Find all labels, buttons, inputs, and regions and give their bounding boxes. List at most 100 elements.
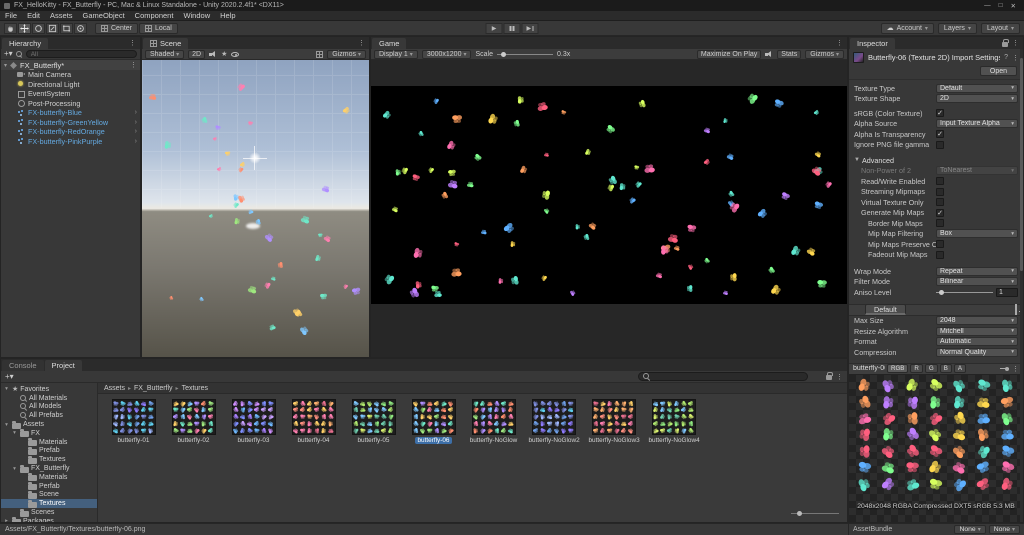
mute-audio-icon[interactable]: [765, 50, 773, 58]
generate-mip-maps-checkbox[interactable]: ✓: [936, 208, 944, 217]
tree-arrow-icon[interactable]: ▸: [3, 518, 10, 522]
tree-arrow-icon[interactable]: ▾: [3, 386, 10, 392]
fadeout-mip-maps-checkbox[interactable]: [936, 250, 944, 259]
effects-toggle-icon[interactable]: ★: [221, 51, 227, 58]
open-button[interactable]: Open: [979, 66, 1017, 76]
rotate-tool-button[interactable]: [32, 22, 45, 34]
wrap-mode-dropdown[interactable]: Repeat ▾: [936, 266, 1018, 276]
tree-arrow-icon[interactable]: ▾: [11, 466, 18, 472]
layout-dropdown[interactable]: Layout ▾: [980, 22, 1020, 34]
texture-type-dropdown[interactable]: Default ▾: [936, 83, 1018, 93]
tree-item-scene[interactable]: Scene: [1, 490, 97, 500]
menu-item-edit[interactable]: Edit: [22, 11, 45, 20]
asset-item-butterfly-03[interactable]: butterfly-03: [226, 399, 281, 444]
close-button[interactable]: ✕: [1011, 2, 1016, 10]
asset-item-butterfly-06[interactable]: butterfly-06: [406, 399, 461, 444]
assetbundle-dropdown[interactable]: None ▾: [954, 525, 986, 534]
asset-item-butterfly-noglow2[interactable]: butterfly-NoGlow2: [526, 399, 581, 444]
read-write-enabled-checkbox[interactable]: [936, 177, 944, 186]
project-search-input[interactable]: [653, 373, 803, 380]
inspector-scrollbar[interactable]: [1020, 49, 1023, 522]
streaming-mipmaps-checkbox[interactable]: [936, 187, 944, 196]
maximize-on-play-button[interactable]: Maximize On Play: [696, 49, 762, 59]
scene-menu-icon[interactable]: ⋮: [130, 61, 137, 69]
scale-tool-button[interactable]: [46, 22, 59, 34]
channel-button-r[interactable]: R: [910, 364, 923, 373]
tree-item-textures[interactable]: Textures: [1, 499, 97, 509]
hierarchy-item-fx-butterfly-redorange[interactable]: FX-butterfly-RedOrange ›: [1, 127, 140, 137]
thumbnail-size-slider[interactable]: [791, 509, 839, 517]
hierarchy-item-eventsystem[interactable]: EventSystem: [1, 89, 140, 99]
tree-item-all-materials[interactable]: All Materials: [1, 394, 97, 403]
platform-tab-default[interactable]: Default: [865, 304, 906, 315]
asset-item-butterfly-noglow3[interactable]: butterfly-NoGlow3: [586, 399, 641, 444]
gizmos-dropdown[interactable]: Gizmos ▾: [327, 49, 366, 59]
create-asset-button[interactable]: +▾: [5, 372, 14, 381]
create-object-button[interactable]: +▾: [4, 50, 13, 58]
prefab-expand-chevron-icon[interactable]: ›: [135, 109, 137, 116]
tree-item-scenes[interactable]: Scenes: [1, 508, 97, 517]
tab-project[interactable]: Project: [44, 360, 82, 371]
mip-map-filtering-dropdown[interactable]: Box ▾: [936, 229, 1018, 239]
panel-menu-icon[interactable]: ⋮: [129, 39, 136, 47]
hierarchy-search-input[interactable]: [25, 50, 137, 58]
asset-item-butterfly-01[interactable]: butterfly-01: [106, 399, 161, 444]
prefab-expand-chevron-icon[interactable]: ›: [135, 128, 137, 135]
asset-item-butterfly-noglow[interactable]: butterfly-NoGlow: [466, 399, 521, 444]
lock-icon[interactable]: [826, 372, 833, 380]
prefab-expand-chevron-icon[interactable]: ›: [135, 138, 137, 145]
display-dropdown[interactable]: Display 1 ▾: [374, 49, 418, 59]
prefab-expand-chevron-icon[interactable]: ›: [135, 119, 137, 126]
alpha-is-transparency-checkbox[interactable]: ✓: [936, 130, 944, 139]
help-icon[interactable]: ?: [1004, 54, 1008, 61]
tree-item-packages[interactable]: ▸ Packages: [1, 517, 97, 522]
platform-monitor-icon[interactable]: [1015, 304, 1017, 315]
breadcrumb-assets[interactable]: Assets: [104, 385, 125, 392]
lock-icon[interactable]: [1002, 38, 1009, 47]
resolution-dropdown[interactable]: 3000x1200 ▾: [421, 49, 472, 59]
format-dropdown[interactable]: Automatic ▾: [936, 337, 1018, 347]
tree-arrow-icon[interactable]: ▾: [3, 422, 10, 428]
menu-item-help[interactable]: Help: [215, 11, 240, 20]
texture-shape-dropdown[interactable]: 2D ▾: [936, 94, 1018, 104]
resize-algorithm-dropdown[interactable]: Mitchell ▾: [936, 326, 1018, 336]
border-mip-maps-checkbox[interactable]: [936, 219, 944, 228]
hand-tool-button[interactable]: [4, 22, 17, 34]
virtual-texture-only-checkbox[interactable]: [936, 198, 944, 207]
tab-inspector[interactable]: Inspector: [850, 38, 895, 49]
srgb-color-texture-checkbox[interactable]: ✓: [936, 109, 944, 118]
mip-maps-preserve-coverage-checkbox[interactable]: [936, 240, 944, 249]
compression-dropdown[interactable]: Normal Quality ▾: [936, 347, 1018, 357]
menu-item-gameobject[interactable]: GameObject: [78, 11, 130, 20]
audio-toggle-icon[interactable]: [209, 50, 217, 58]
transform-tool-button[interactable]: [74, 22, 87, 34]
asset-item-butterfly-noglow4[interactable]: butterfly-NoGlow4: [646, 399, 701, 444]
alpha-source-dropdown[interactable]: Input Texture Alpha ▾: [936, 119, 1018, 129]
aniso-level-value-field[interactable]: 1: [996, 288, 1018, 297]
scale-slider[interactable]: [497, 50, 553, 59]
hierarchy-item-fx-butterfly-pinkpurple[interactable]: FX-butterfly-PinkPurple ›: [1, 137, 140, 147]
tree-item-assets[interactable]: ▾ Assets: [1, 420, 97, 429]
pivot-mode-button[interactable]: Center: [95, 22, 139, 34]
menu-item-assets[interactable]: Assets: [45, 11, 78, 20]
foldout-arrow-icon[interactable]: ▼: [854, 157, 862, 163]
asset-item-butterfly-02[interactable]: butterfly-02: [166, 399, 221, 444]
minimize-button[interactable]: —: [984, 2, 991, 10]
scene-root-row[interactable]: ▾ FX_Butterfly* ⋮: [1, 60, 140, 70]
asset-item-butterfly-04[interactable]: butterfly-04: [286, 399, 341, 444]
mip-level-icon[interactable]: [1000, 365, 1009, 372]
foldout-arrow-icon[interactable]: ▾: [4, 62, 7, 69]
inspector-menu-icon[interactable]: ⋮: [1012, 54, 1019, 62]
tree-item-fx[interactable]: ▾ FX: [1, 429, 97, 438]
hierarchy-item-directional-light[interactable]: Directional Light: [1, 80, 140, 90]
scene-viewport[interactable]: [142, 60, 369, 357]
hierarchy-item-post-processing[interactable]: Post-Processing: [1, 99, 140, 109]
channel-button-b[interactable]: B: [939, 364, 952, 373]
panel-menu-icon[interactable]: ⋮: [836, 39, 843, 47]
hierarchy-item-fx-butterfly-blue[interactable]: FX-butterfly-Blue ›: [1, 108, 140, 118]
menu-item-window[interactable]: Window: [178, 11, 215, 20]
tree-item-textures[interactable]: Textures: [1, 455, 97, 464]
stats-button[interactable]: Stats: [777, 49, 802, 59]
channel-button-rgb[interactable]: RGB: [887, 364, 909, 373]
grid-toggle-icon[interactable]: [316, 50, 324, 58]
